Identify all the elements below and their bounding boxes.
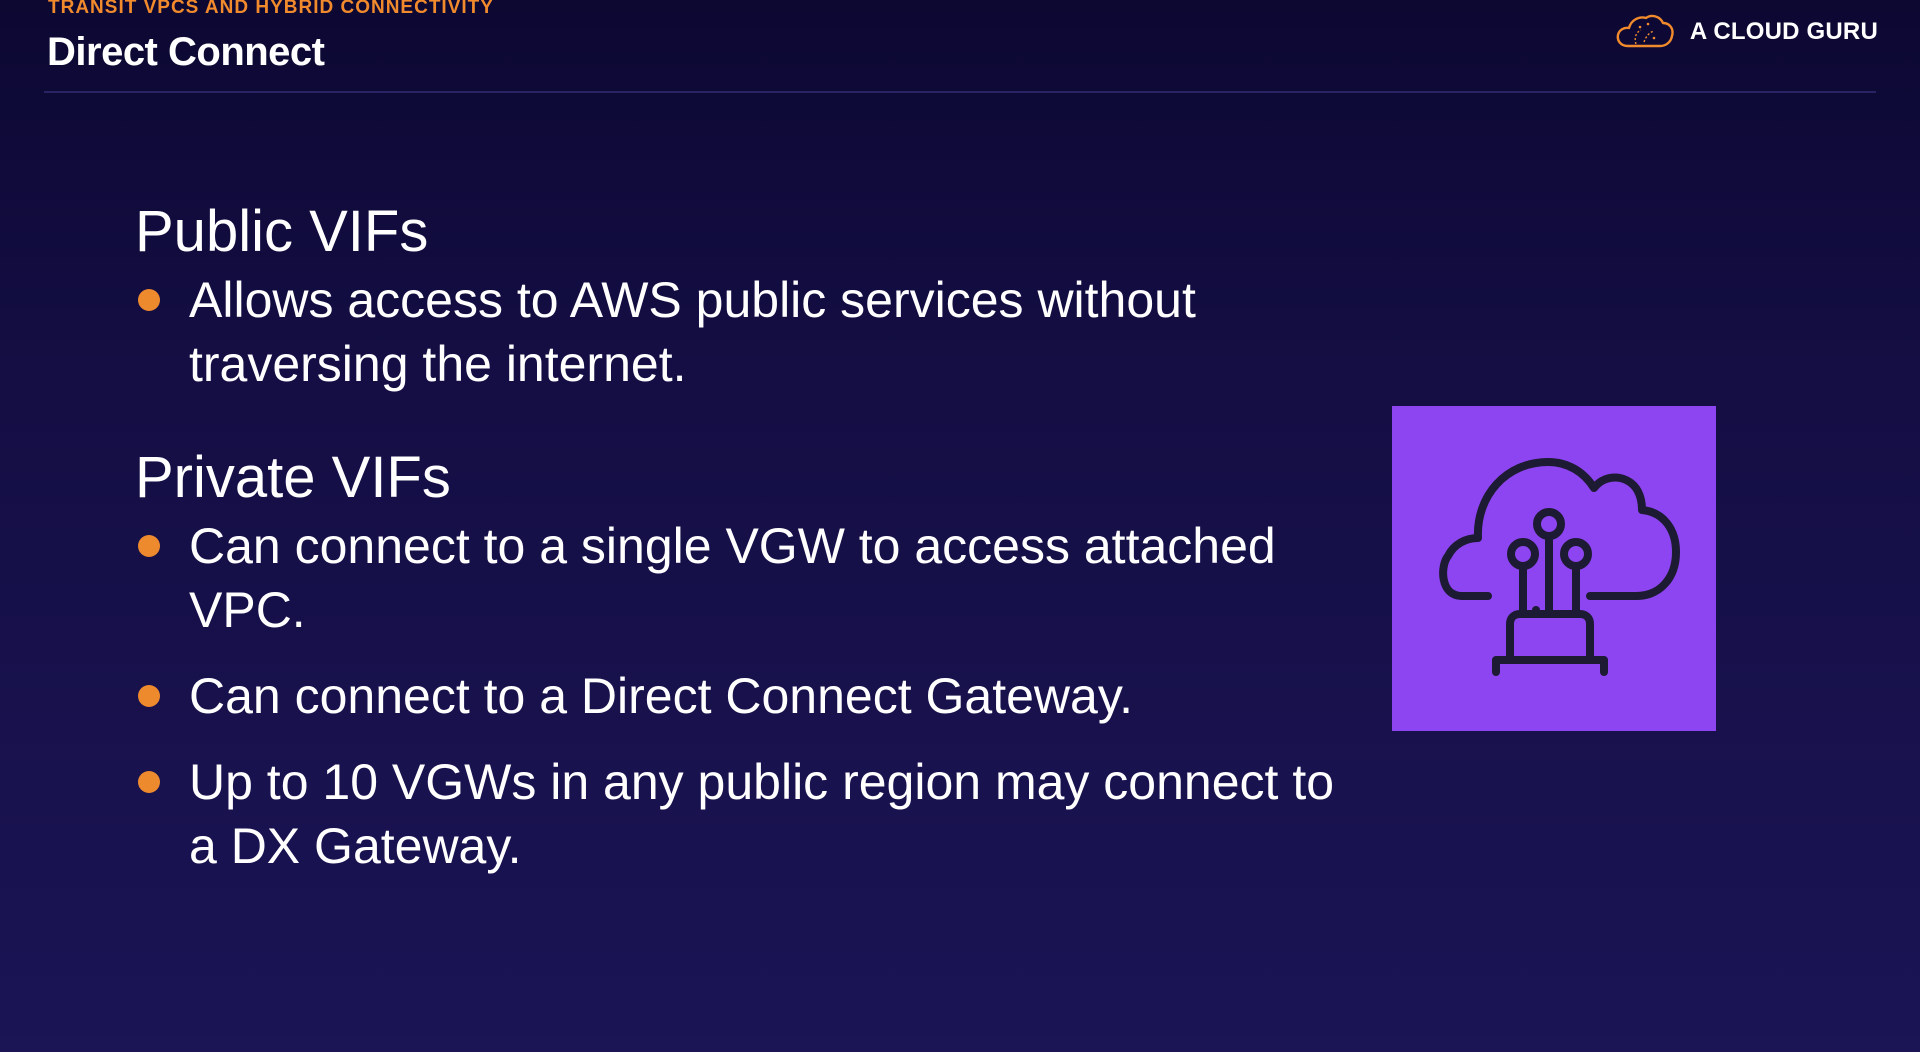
aws-direct-connect-icon xyxy=(1392,406,1716,731)
bullet-text: Allows access to AWS public services wit… xyxy=(189,272,1196,392)
bullet-item: Allows access to AWS public services wit… xyxy=(135,268,1335,396)
cloud-logo-icon xyxy=(1614,12,1676,52)
section-public-vifs: Public VIFs Allows access to AWS public … xyxy=(135,196,1335,396)
bullet-list: Can connect to a single VGW to access at… xyxy=(135,514,1335,878)
bullet-dot-icon xyxy=(138,771,160,793)
bullet-item: Can connect to a single VGW to access at… xyxy=(135,514,1335,642)
brand: A CLOUD GURU xyxy=(1614,10,1878,54)
slide-title: Direct Connect xyxy=(47,30,325,74)
bullet-text: Up to 10 VGWs in any public region may c… xyxy=(189,754,1335,874)
section-heading: Private VIFs xyxy=(135,445,451,510)
bullet-dot-icon xyxy=(138,685,160,707)
bullet-item: Can connect to a Direct Connect Gateway. xyxy=(135,664,1335,728)
bullet-text: Can connect to a Direct Connect Gateway. xyxy=(189,668,1133,724)
header-divider xyxy=(44,91,1876,93)
bullet-dot-icon xyxy=(138,289,160,311)
brand-name: A CLOUD GURU xyxy=(1689,18,1878,45)
bullet-list: Allows access to AWS public services wit… xyxy=(135,268,1335,396)
section-heading: Public VIFs xyxy=(135,199,429,264)
bullet-item: Up to 10 VGWs in any public region may c… xyxy=(135,750,1335,878)
section-private-vifs: Private VIFs Can connect to a single VGW… xyxy=(135,442,1335,878)
section-eyebrow: TRANSIT VPCS AND HYBRID CONNECTIVITY xyxy=(48,0,494,18)
slide-content: Public VIFs Allows access to AWS public … xyxy=(135,196,1335,878)
bullet-dot-icon xyxy=(138,535,160,557)
bullet-text: Can connect to a single VGW to access at… xyxy=(189,518,1276,638)
